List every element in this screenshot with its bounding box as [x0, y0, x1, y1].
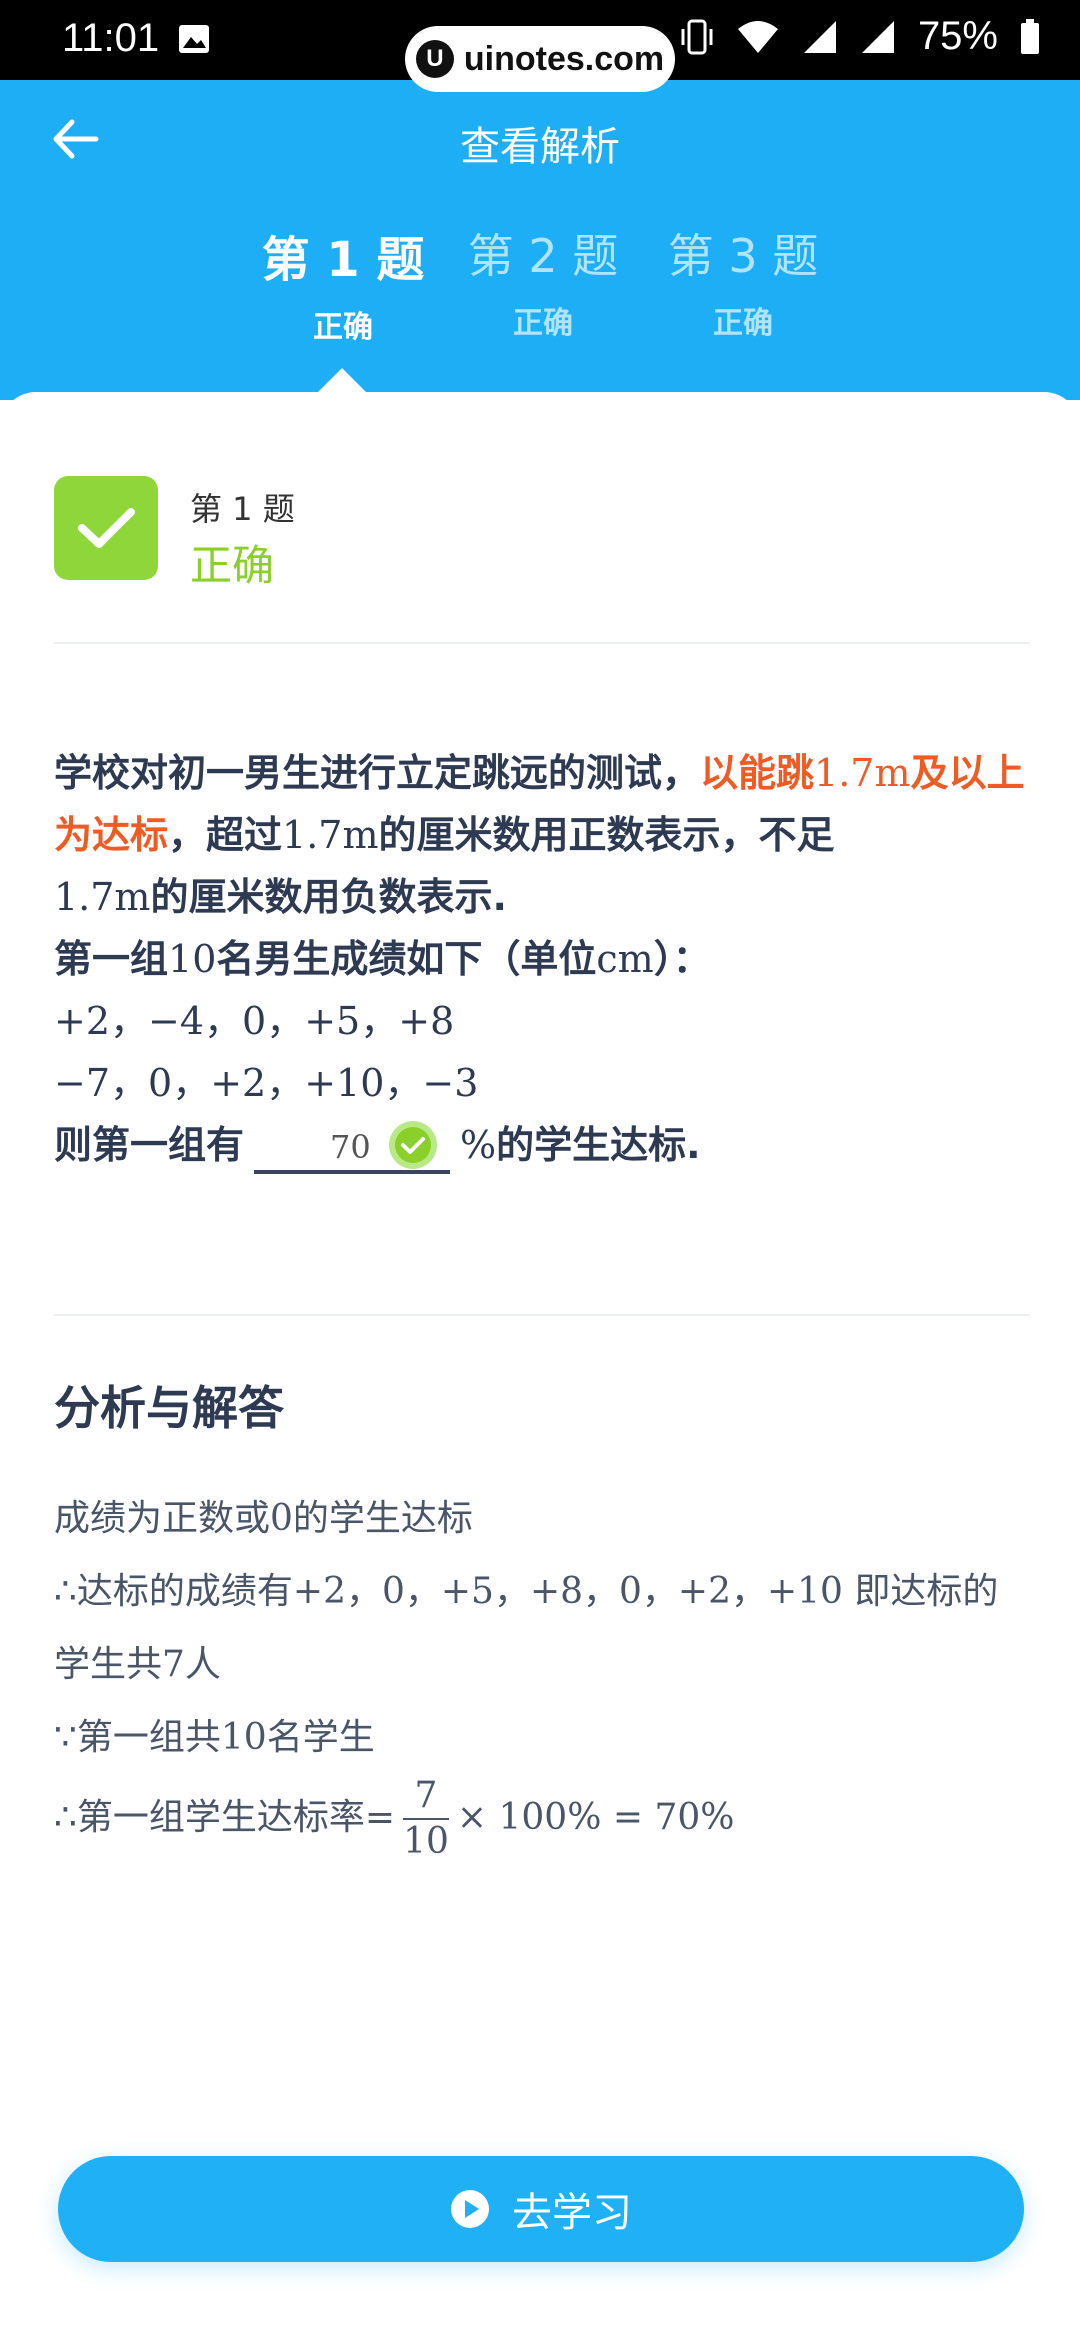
tab-result: 正确	[513, 306, 573, 341]
question-part: 的厘米数用正数表示，不足	[378, 813, 835, 857]
question-unit: cm	[596, 937, 654, 981]
tab-question-3[interactable]: 第 3 题 正确	[653, 220, 833, 342]
tab-result: 正确	[713, 306, 773, 341]
question-part: 则第一组有	[54, 1123, 245, 1167]
watermark-badge: U uinotes.com	[405, 26, 675, 92]
highlight-text: 以能跳	[700, 751, 815, 795]
tab-question-2[interactable]: 第 2 题 正确	[453, 220, 633, 342]
question-part: 学校对初一男生进行立定跳远的测试，	[54, 751, 701, 795]
question-number-label: 第 1 题	[190, 490, 295, 528]
question-number: 10	[168, 937, 217, 981]
correct-status-box	[54, 476, 158, 580]
status-icons: 75%	[680, 14, 1040, 59]
divider	[54, 642, 1030, 644]
analysis-part: ∴达标的成绩有	[54, 1571, 293, 1612]
fraction-denominator: 10	[403, 1821, 449, 1862]
analysis-part: 名学生	[266, 1717, 375, 1758]
page-title: 查看解析	[460, 124, 620, 170]
signal-icon	[803, 20, 836, 53]
watermark-text: uinotes.com	[463, 39, 665, 78]
highlight-number: 1.7m	[814, 751, 911, 795]
signal-icon-2	[861, 20, 894, 53]
go-study-label: 去学习	[512, 2190, 632, 2236]
analysis-part: 成绩为正数或	[54, 1498, 271, 1539]
analysis-values: +2，0，+5，+8，0，+2，+10	[292, 1571, 843, 1612]
question-part: 的学生达标.	[496, 1123, 701, 1167]
play-icon	[451, 2190, 489, 2228]
analysis-part: 人	[184, 1644, 221, 1685]
question-part: 第一组	[54, 937, 169, 981]
data-row-1: +2，−4，0，+5，+8	[54, 999, 455, 1043]
question-result-label: 正确	[190, 541, 275, 590]
analysis-part: ∴第一组学生达标率=	[54, 1797, 396, 1838]
analysis-number: 10	[220, 1717, 267, 1758]
answer-value: 70	[330, 1128, 371, 1166]
battery-icon	[1021, 18, 1039, 54]
divider	[54, 1314, 1030, 1316]
answer-blank: 70	[254, 1116, 451, 1174]
tab-result: 正确	[313, 310, 373, 345]
tab-label: 第 2 题	[467, 229, 619, 283]
content-card: 第 1 题 正确 学校对初一男生进行立定跳远的测试，以能跳1.7m及以上为达标，…	[0, 368, 1080, 2340]
analysis-number: 7	[162, 1644, 185, 1685]
data-row-2: −7，0，+2，+10，−3	[54, 1061, 479, 1105]
wifi-icon	[737, 20, 778, 53]
vibrate-icon	[681, 19, 713, 54]
tab-label: 第 3 题	[667, 229, 819, 283]
analysis-part: ∵第一组共	[54, 1717, 221, 1758]
go-study-button[interactable]: 去学习	[58, 2156, 1024, 2262]
question-part: 名男生成绩如下（单位	[216, 937, 597, 981]
battery-percent: 75%	[917, 14, 998, 58]
active-tab-indicator	[316, 368, 368, 394]
question-part: ）：	[653, 937, 711, 981]
tab-question-1[interactable]: 第 1 题 正确	[253, 220, 433, 346]
analysis-part: 的学生达标	[292, 1498, 473, 1539]
analysis-number: 0	[270, 1498, 293, 1539]
correct-check-icon	[389, 1121, 438, 1169]
fraction: 7 10	[403, 1774, 449, 1864]
fraction-numerator: 7	[403, 1774, 449, 1820]
analysis-result: × 100% = 70%	[456, 1797, 735, 1838]
analysis-title: 分析与解答	[54, 1381, 284, 1435]
status-time: 11:01	[62, 16, 160, 60]
question-text: 学校对初一男生进行立定跳远的测试，以能跳1.7m及以上为达标，超过1.7m的厘米…	[54, 742, 1034, 1176]
question-part: ，超过	[168, 813, 283, 857]
checkmark-icon	[78, 508, 135, 548]
tab-label: 第 1 题	[261, 232, 425, 288]
question-number: 1.7m	[282, 813, 379, 857]
header: 查看解析 第 1 题 正确 第 2 题 正确 第 3 题 正确	[0, 80, 1080, 400]
question-part: 的厘米数用负数表示.	[150, 875, 507, 919]
question-number: 1.7m	[54, 875, 151, 919]
percent-sign: %	[460, 1123, 497, 1167]
watermark-logo-icon: U	[415, 40, 454, 78]
analysis-text: 成绩为正数或0的学生达标 ∴达标的成绩有+2，0，+5，+8，0，+2，+10 …	[54, 1482, 1034, 1864]
image-notification-icon	[179, 25, 209, 53]
